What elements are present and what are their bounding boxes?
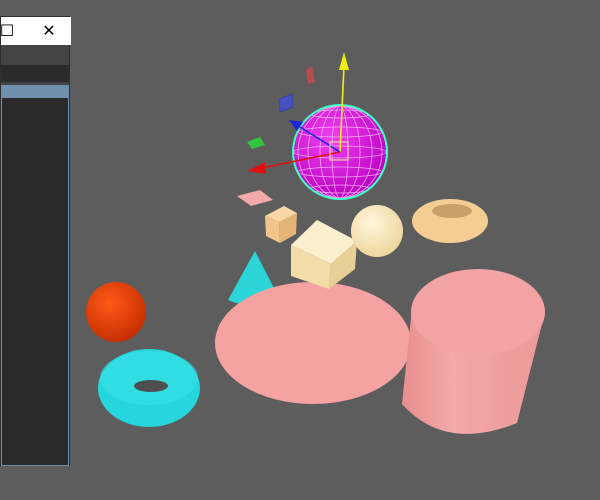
close-button[interactable]: ✕ [39, 21, 59, 41]
list-item-selected[interactable] [2, 86, 68, 98]
cream-sphere[interactable] [351, 205, 403, 257]
gizmo-yz-plane-handle[interactable] [278, 93, 294, 113]
gizmo-xy-plane-handle[interactable] [306, 66, 315, 84]
gizmo-xz-plane-handle[interactable] [247, 137, 265, 149]
orange-sphere[interactable] [86, 282, 146, 342]
side-panel: ☐ ✕ [0, 16, 71, 466]
3d-viewport[interactable] [0, 0, 600, 500]
cyan-torus[interactable] [98, 349, 200, 427]
panel-field[interactable] [1, 65, 69, 82]
cream-torus[interactable] [412, 199, 488, 243]
cream-cube-small[interactable] [265, 206, 297, 243]
panel-title-bar: ☐ ✕ [0, 17, 71, 45]
gizmo-x-arrow [247, 162, 266, 174]
gizmo-y-arrow [339, 52, 349, 70]
gizmo-pink-plane-handle[interactable] [237, 190, 273, 206]
cream-cube-large[interactable] [291, 220, 357, 289]
panel-list[interactable] [1, 85, 69, 466]
pink-cylinder[interactable] [402, 269, 545, 434]
maximize-button[interactable]: ☐ [0, 21, 17, 41]
pink-disc[interactable] [215, 282, 411, 404]
